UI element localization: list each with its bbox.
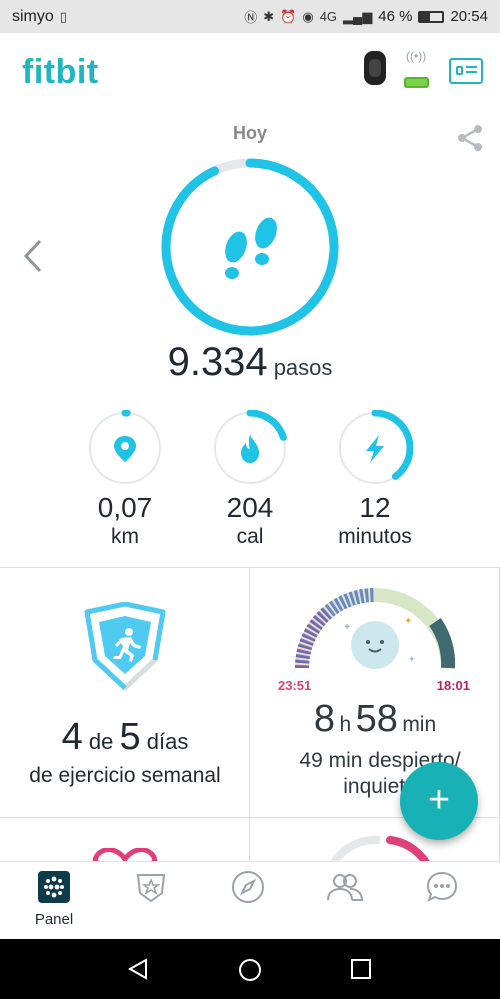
profile-card-icon[interactable] — [449, 58, 483, 84]
community-icon — [327, 874, 364, 901]
bottom-nav: Panel — [0, 861, 500, 939]
nav-community[interactable] — [295, 870, 395, 909]
eye-icon: ◉ — [302, 8, 314, 24]
status-bar: simyo ▯ Ⓝ ✱ ⏰ ◉ 4G ▂▄▆ 46 % 20:54 — [0, 0, 500, 33]
sleep-hours: 8 — [313, 698, 335, 740]
exercise-unit: días — [146, 729, 189, 754]
discover-icon — [232, 871, 264, 903]
active-minutes-stat[interactable]: 12 minutos — [327, 410, 423, 549]
alarm-icon: ⏰ — [280, 8, 297, 24]
add-button[interactable]: + — [400, 762, 478, 840]
chevron-left-icon[interactable] — [22, 238, 44, 281]
heart-icon — [92, 848, 158, 861]
system-nav-bar — [0, 939, 500, 999]
nav-panel-label: Panel — [34, 911, 74, 928]
steps-summary[interactable]: 9.334 pasos — [0, 340, 500, 385]
day-label: Hoy — [232, 123, 267, 143]
steps-ring[interactable] — [158, 155, 342, 339]
calories-value: 204 — [226, 492, 274, 523]
share-icon[interactable] — [456, 124, 484, 157]
sleep-min-label: min — [402, 713, 437, 736]
sleep-gauge: ✦ ✦ ✦ — [294, 588, 456, 669]
location-icon — [114, 436, 136, 462]
nav-challenges[interactable] — [101, 870, 201, 909]
exercise-shield-icon — [84, 602, 166, 691]
signal-icon: ▂▄▆ — [343, 8, 373, 24]
sleep-h-label: h — [339, 713, 352, 736]
clock: 20:54 — [450, 8, 488, 25]
nav-panel[interactable]: Panel — [4, 870, 104, 928]
distance-stat[interactable]: 0,07 km — [77, 410, 173, 549]
tracker-icon[interactable] — [364, 51, 386, 85]
exercise-goal: 5 — [119, 716, 141, 758]
sync-icon: ((•)) — [406, 49, 427, 63]
fitbit-logo: fitbit — [22, 53, 99, 91]
sleep-minutes: 58 — [355, 698, 398, 740]
active-minutes-unit: minutos — [338, 525, 412, 548]
svg-text:✦: ✦ — [408, 654, 416, 664]
footsteps-icon — [225, 217, 277, 279]
active-minutes-value: 12 — [359, 492, 391, 523]
svg-text:✦: ✦ — [343, 622, 351, 633]
svg-text:✦: ✦ — [404, 616, 412, 627]
recents-icon[interactable] — [350, 958, 372, 980]
steps-count: 9.334 — [167, 340, 268, 384]
nfc-icon: Ⓝ — [244, 10, 258, 25]
distance-unit: km — [111, 525, 139, 548]
nav-chat[interactable] — [392, 870, 492, 909]
nav-discover[interactable] — [198, 870, 298, 909]
chat-icon — [426, 871, 458, 902]
sleep-duration: 8 h 58 min — [250, 698, 499, 741]
calories-stat[interactable]: 204 cal — [202, 410, 298, 549]
4g-signal-icon: 4G — [319, 9, 338, 24]
back-icon[interactable] — [127, 958, 149, 980]
steps-unit: pasos — [273, 355, 333, 380]
calories-unit: cal — [236, 525, 264, 548]
challenges-icon — [136, 874, 166, 903]
exercise-tile[interactable]: 4 de 5 días de ejercicio semanal — [0, 568, 250, 818]
home-icon[interactable] — [238, 958, 262, 982]
sleep-end-time: 18:01 — [436, 678, 470, 693]
battery-percent: 46 % — [378, 8, 413, 25]
exercise-of: de — [88, 729, 114, 754]
app-bar: fitbit ((•)) — [0, 33, 500, 109]
distance-value: 0,07 — [97, 492, 153, 523]
flame-icon — [241, 434, 259, 463]
panel-icon — [38, 871, 70, 903]
device-battery-icon — [404, 77, 429, 88]
moon-icon — [351, 621, 399, 669]
battery-icon — [418, 10, 445, 23]
sim-icon: ▯ — [59, 8, 67, 24]
heart-rate-tile[interactable] — [0, 818, 250, 862]
exercise-count: 4 — [61, 716, 83, 758]
bolt-icon — [366, 435, 384, 463]
exercise-subtitle: de ejercicio semanal — [29, 764, 221, 787]
bluetooth-icon: ✱ — [263, 8, 275, 24]
carrier-label: simyo — [12, 7, 54, 25]
exercise-summary: 4 de 5 días — [0, 716, 249, 759]
